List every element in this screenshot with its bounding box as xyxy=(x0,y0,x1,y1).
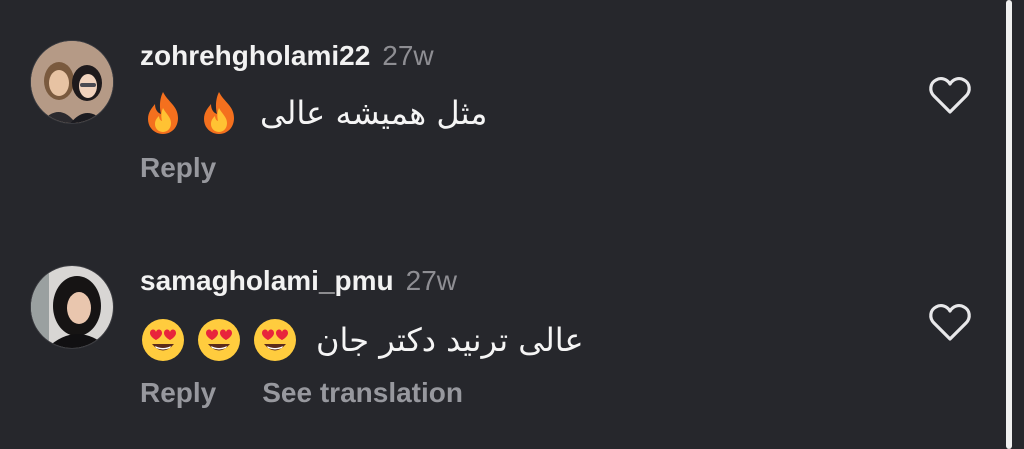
username[interactable]: zohrehgholami22 xyxy=(140,40,370,72)
heart-outline-icon xyxy=(929,304,971,341)
reply-button[interactable]: Reply xyxy=(140,377,216,409)
heart-outline-icon xyxy=(929,77,971,114)
comment-text: عالی ترنید دکتر جان xyxy=(316,321,584,359)
heart-eyes-emoji-icon xyxy=(196,317,242,363)
timestamp: 27w xyxy=(382,40,434,71)
comments-panel: zohrehgholami22 27w مثل همیشه عالی Reply… xyxy=(0,0,1024,449)
timestamp: 27w xyxy=(405,265,458,296)
avatar[interactable] xyxy=(30,265,114,349)
see-translation-button[interactable]: See translation xyxy=(262,377,463,409)
scrollbar[interactable] xyxy=(1004,0,1014,449)
fire-emoji-icon xyxy=(140,90,186,136)
username[interactable]: samagholami_pmu xyxy=(140,265,394,297)
scrollbar-thumb[interactable] xyxy=(1006,0,1012,449)
fire-emoji-icon xyxy=(196,90,242,136)
heart-eyes-emoji-icon xyxy=(140,317,186,363)
comment-body: مثل همیشه عالی xyxy=(140,88,487,138)
heart-eyes-emoji-icon xyxy=(252,317,298,363)
avatar[interactable] xyxy=(30,40,114,124)
comment-text: مثل همیشه عالی xyxy=(260,94,488,132)
like-button[interactable] xyxy=(928,303,972,343)
profile-photo-icon xyxy=(31,41,113,123)
comment-body: عالی ترنید دکتر جان xyxy=(140,315,584,365)
like-button[interactable] xyxy=(928,76,972,116)
reply-button[interactable]: Reply xyxy=(140,152,216,184)
profile-photo-icon xyxy=(31,266,113,348)
